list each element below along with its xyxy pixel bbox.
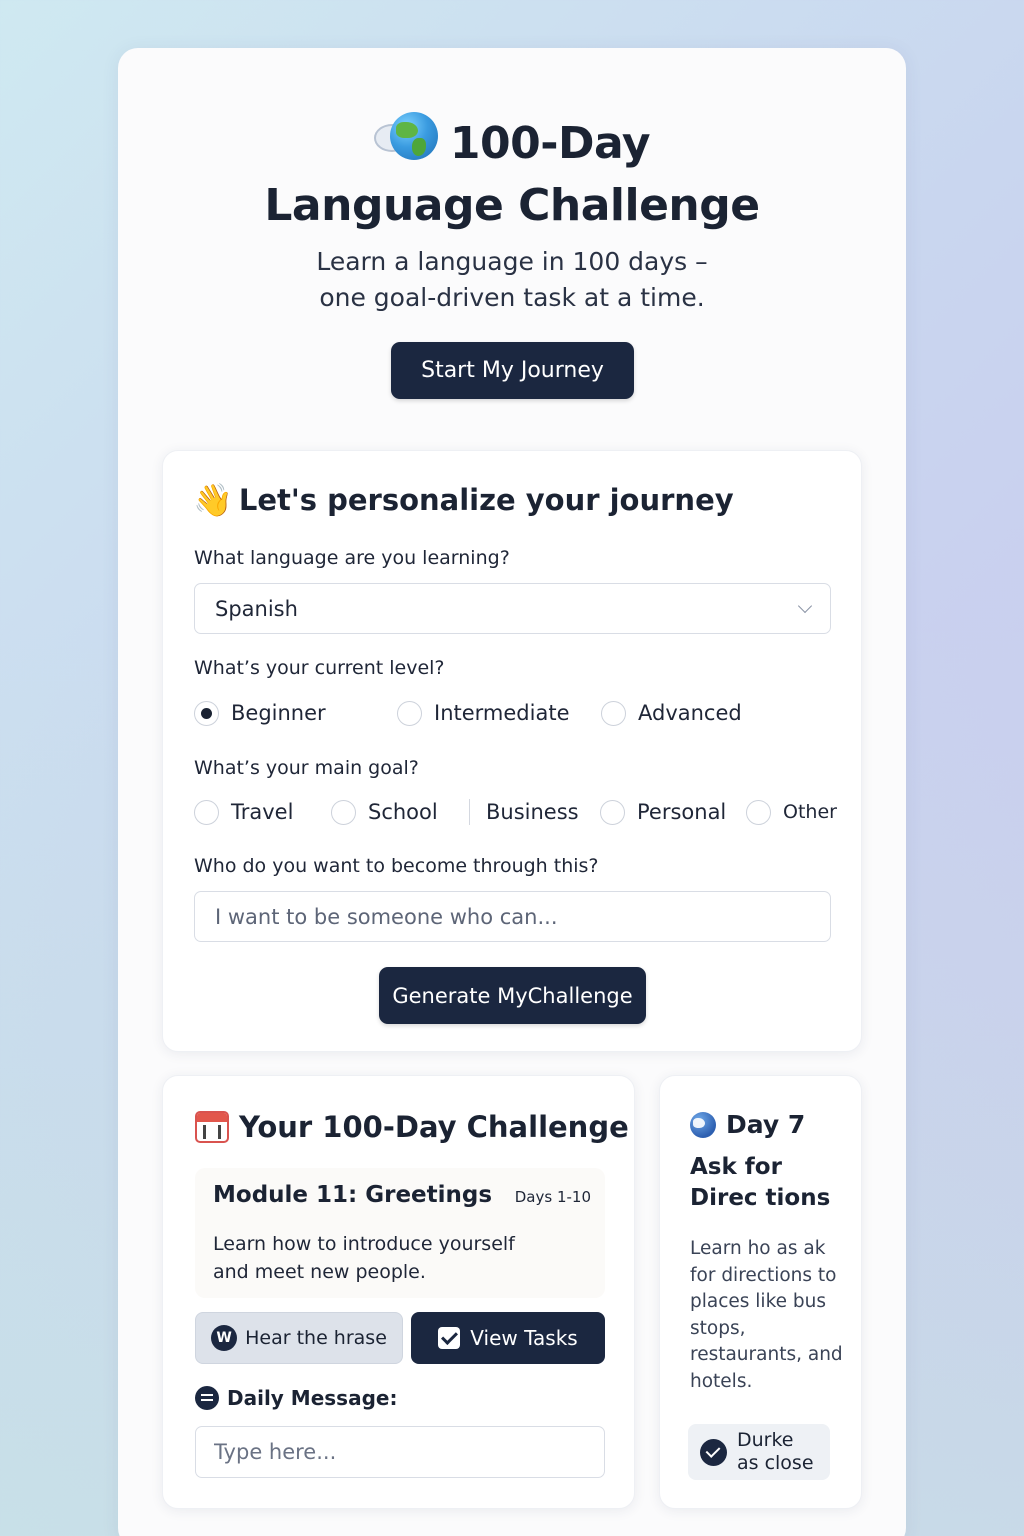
done-label-line-1: Durke	[737, 1429, 794, 1451]
personalize-heading: 👋 Let's personalize your journey	[193, 483, 734, 517]
language-label: What language are you learning?	[194, 547, 510, 569]
language-select-value: Spanish	[215, 596, 298, 621]
radio-unselected[interactable]	[600, 799, 625, 825]
level-option-intermediate[interactable]: Intermediate	[397, 700, 570, 726]
module-description: Learn how to introduce yourself and meet…	[213, 1233, 515, 1283]
day-description: Learn ho as ak for directions to places …	[690, 1238, 843, 1392]
goal-option-school[interactable]: School	[331, 799, 438, 825]
identity-label: Who do you want to become through this?	[194, 855, 599, 877]
title-line-1: 100-Day	[449, 118, 651, 169]
day-card: Day 7 Ask for Direc tions Learn ho as ak…	[659, 1075, 862, 1509]
level-option-beginner[interactable]: Beginner	[194, 700, 326, 726]
chat-bubble-icon	[195, 1386, 219, 1410]
page-title: 100-Day Language Challenge	[118, 112, 906, 237]
waving-hand-icon: 👋	[193, 481, 233, 519]
language-select[interactable]: Spanish	[194, 583, 831, 634]
level-option-label: Advanced	[638, 701, 742, 725]
radio-unselected[interactable]	[194, 799, 219, 825]
personalize-heading-text: Let's personalize your journey	[238, 483, 734, 517]
goal-option-label: School	[368, 800, 438, 824]
goal-option-travel[interactable]: Travel	[194, 799, 294, 825]
goal-option-other[interactable]: Other	[746, 799, 837, 825]
radio-unselected[interactable]	[601, 700, 626, 726]
hear-phrase-button[interactable]: W Hear the hrase	[195, 1312, 403, 1364]
module-title: Module 11: Greetings	[213, 1182, 493, 1208]
subtitle-line-2: one goal-driven task at a time.	[319, 283, 705, 312]
goal-radio-group: Travel School Business Personal Other	[194, 797, 837, 827]
goal-option-business[interactable]: Business	[486, 800, 579, 824]
subtitle-line-1: Learn a language in 100 days –	[316, 247, 708, 276]
daily-message-input[interactable]	[195, 1426, 605, 1478]
day-title: Ask for Direc tions	[690, 1154, 831, 1211]
day-heading: Day 7	[690, 1110, 805, 1139]
view-tasks-label: View Tasks	[470, 1326, 578, 1350]
main-card: 100-Day Language Challenge Learn a langu…	[118, 48, 906, 1536]
goal-option-label: Personal	[637, 800, 727, 824]
day-heading-text: Day 7	[726, 1110, 806, 1139]
daily-message-label-text: Daily Message:	[227, 1386, 398, 1410]
divider	[469, 799, 470, 825]
generate-challenge-button[interactable]: Generate MyChallenge	[379, 967, 646, 1024]
title-line-2: Language Challenge	[264, 180, 760, 231]
chevron-down-icon	[797, 598, 813, 614]
goal-label: What’s your main goal?	[194, 757, 419, 779]
level-option-label: Intermediate	[434, 701, 570, 725]
identity-input[interactable]	[194, 891, 831, 942]
globe-icon	[690, 1111, 716, 1138]
radio-unselected[interactable]	[746, 799, 771, 825]
level-option-label: Beginner	[231, 701, 326, 725]
challenge-heading: Your 100-Day Challenge	[195, 1110, 629, 1144]
radio-selected[interactable]	[194, 700, 219, 726]
radio-unselected[interactable]	[397, 700, 422, 726]
module-days: Days 1-10	[514, 1188, 591, 1206]
checkbox-icon	[438, 1327, 461, 1349]
daily-message-label: Daily Message:	[195, 1386, 397, 1410]
challenge-heading-text: Your 100-Day Challenge	[239, 1110, 629, 1144]
hear-phrase-label: Hear the hrase	[245, 1327, 387, 1349]
mark-done-button[interactable]: Durke as close	[688, 1424, 830, 1480]
goal-option-label: Business	[486, 800, 579, 824]
goal-option-personal[interactable]: Personal	[600, 799, 727, 825]
view-tasks-button[interactable]: View Tasks	[411, 1312, 605, 1364]
challenge-panel: Your 100-Day Challenge Module 11: Greeti…	[162, 1075, 635, 1509]
calendar-icon	[195, 1111, 229, 1143]
radio-unselected[interactable]	[331, 799, 356, 825]
done-label-line-2: as close	[737, 1452, 814, 1474]
goal-option-label: Travel	[231, 800, 294, 824]
globe-speech-icon	[373, 112, 438, 164]
done-label: Durke as close	[737, 1429, 814, 1475]
personalize-panel: 👋 Let's personalize your journey What la…	[162, 450, 862, 1052]
check-circle-icon	[700, 1438, 727, 1466]
level-label: What’s your current level?	[194, 657, 445, 679]
level-radio-group: Beginner Intermediate Advanced	[194, 698, 834, 728]
start-journey-button[interactable]: Start My Journey	[391, 342, 634, 399]
level-option-advanced[interactable]: Advanced	[601, 700, 742, 726]
speaker-w-icon: W	[211, 1325, 238, 1351]
goal-option-label: Other	[783, 801, 837, 823]
page-subtitle: Learn a language in 100 days – one goal-…	[118, 244, 906, 316]
module-card: Module 11: Greetings Days 1-10 Learn how…	[195, 1168, 605, 1298]
